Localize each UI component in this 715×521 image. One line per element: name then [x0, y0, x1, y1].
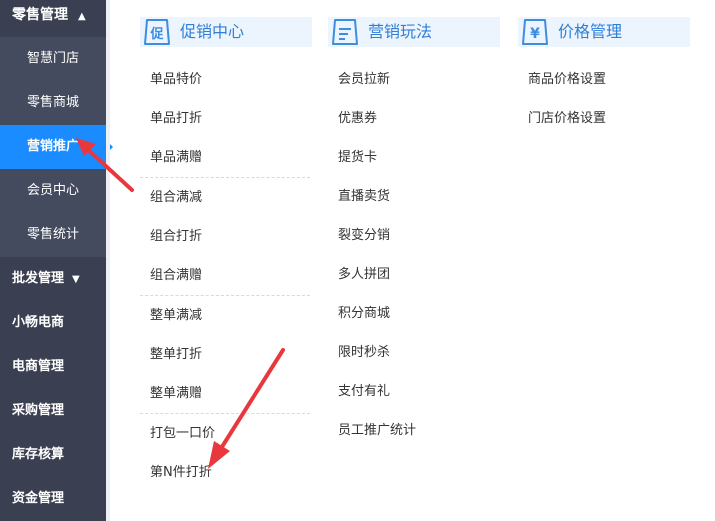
annotation-arrow-icon: [208, 348, 285, 469]
column-title: 价格管理: [558, 22, 623, 41]
menu-link[interactable]: 单品满赠: [140, 138, 312, 177]
menu-link[interactable]: 单品打折: [140, 99, 312, 138]
sidebar-item-label: 小畅电商: [12, 315, 65, 330]
svg-text:促: 促: [149, 26, 164, 42]
sidebar-item-inventory-accounting[interactable]: 库存核算: [0, 433, 106, 477]
menu-link[interactable]: 支付有礼: [328, 372, 500, 411]
sidebar-item-ecommerce-management[interactable]: 电商管理: [0, 345, 106, 389]
menu-link[interactable]: 门店价格设置: [518, 99, 690, 138]
menu-link[interactable]: 裂变分销: [328, 216, 500, 255]
sidebar-section-retail[interactable]: 零售管理 ▲: [0, 0, 106, 30]
sidebar-item-label: 批发管理: [12, 271, 65, 286]
column-header: ¥ 价格管理: [518, 17, 690, 47]
annotation-arrow-icon: [76, 138, 134, 192]
sidebar-item-fund-management[interactable]: 资金管理: [0, 477, 106, 521]
sidebar-item-label: 电商管理: [12, 359, 65, 374]
price-icon: ¥: [522, 19, 548, 45]
menu-link[interactable]: 组合满赠: [140, 256, 312, 295]
sidebar-item-xiaochang-ecommerce[interactable]: 小畅电商: [0, 301, 106, 345]
sidebar-item-label: 零售统计: [26, 227, 79, 242]
column-header: 促 促销中心: [140, 17, 312, 47]
sidebar-item-retail-mall[interactable]: 零售商城: [0, 81, 106, 125]
promotion-icon: 促: [144, 19, 170, 45]
menu-column-marketing: 营销玩法 会员拉新 优惠券 提货卡 直播卖货 裂变分销 多人拼团 积分商城 限时…: [328, 17, 500, 450]
sidebar-item-purchase-management[interactable]: 采购管理: [0, 389, 106, 433]
sidebar: 零售管理 ▲ 智慧门店 零售商城 营销推广 会员中心 零售统计 批发管理 ▼ 小畅电…: [0, 0, 113, 521]
sidebar-item-label: 资金管理: [12, 491, 65, 506]
column-header: 营销玩法: [328, 17, 500, 47]
sidebar-item-retail-stats[interactable]: 零售统计: [0, 213, 106, 257]
menu-link[interactable]: 会员拉新: [328, 60, 500, 99]
caret-up-icon: ▲: [78, 11, 86, 22]
menu-link[interactable]: 组合满减: [140, 178, 312, 217]
sidebar-item-wholesale[interactable]: 批发管理 ▼: [0, 257, 106, 301]
sidebar-item-label: 采购管理: [12, 403, 65, 418]
menu-column-price: ¥ 价格管理 商品价格设置 门店价格设置: [518, 17, 690, 138]
menu-link[interactable]: 限时秒杀: [328, 333, 500, 372]
marketing-icon: [332, 19, 358, 45]
sidebar-item-label: 库存核算: [12, 447, 65, 462]
menu-link[interactable]: 直播卖货: [328, 177, 500, 216]
menu-link[interactable]: 商品价格设置: [518, 60, 690, 99]
menu-link[interactable]: 提货卡: [328, 138, 500, 177]
panel-divider: [106, 0, 110, 521]
menu-link[interactable]: 积分商城: [328, 294, 500, 333]
caret-down-icon: ▼: [72, 274, 80, 285]
column-title: 营销玩法: [368, 22, 433, 41]
menu-link[interactable]: 组合打折: [140, 217, 312, 256]
svg-text:¥: ¥: [530, 26, 540, 42]
sidebar-item-label: 智慧门店: [26, 51, 79, 66]
menu-link[interactable]: 多人拼团: [328, 255, 500, 294]
menu-link[interactable]: 优惠券: [328, 99, 500, 138]
column-title: 促销中心: [180, 22, 245, 41]
menu-link[interactable]: 单品特价: [140, 60, 312, 99]
sidebar-item-smart-store[interactable]: 智慧门店: [0, 37, 106, 81]
menu-link[interactable]: 员工推广统计: [328, 411, 500, 450]
menu-link[interactable]: 整单满减: [140, 296, 312, 335]
sidebar-item-label: 零售商城: [26, 95, 79, 110]
sidebar-section-label: 零售管理: [12, 7, 68, 23]
